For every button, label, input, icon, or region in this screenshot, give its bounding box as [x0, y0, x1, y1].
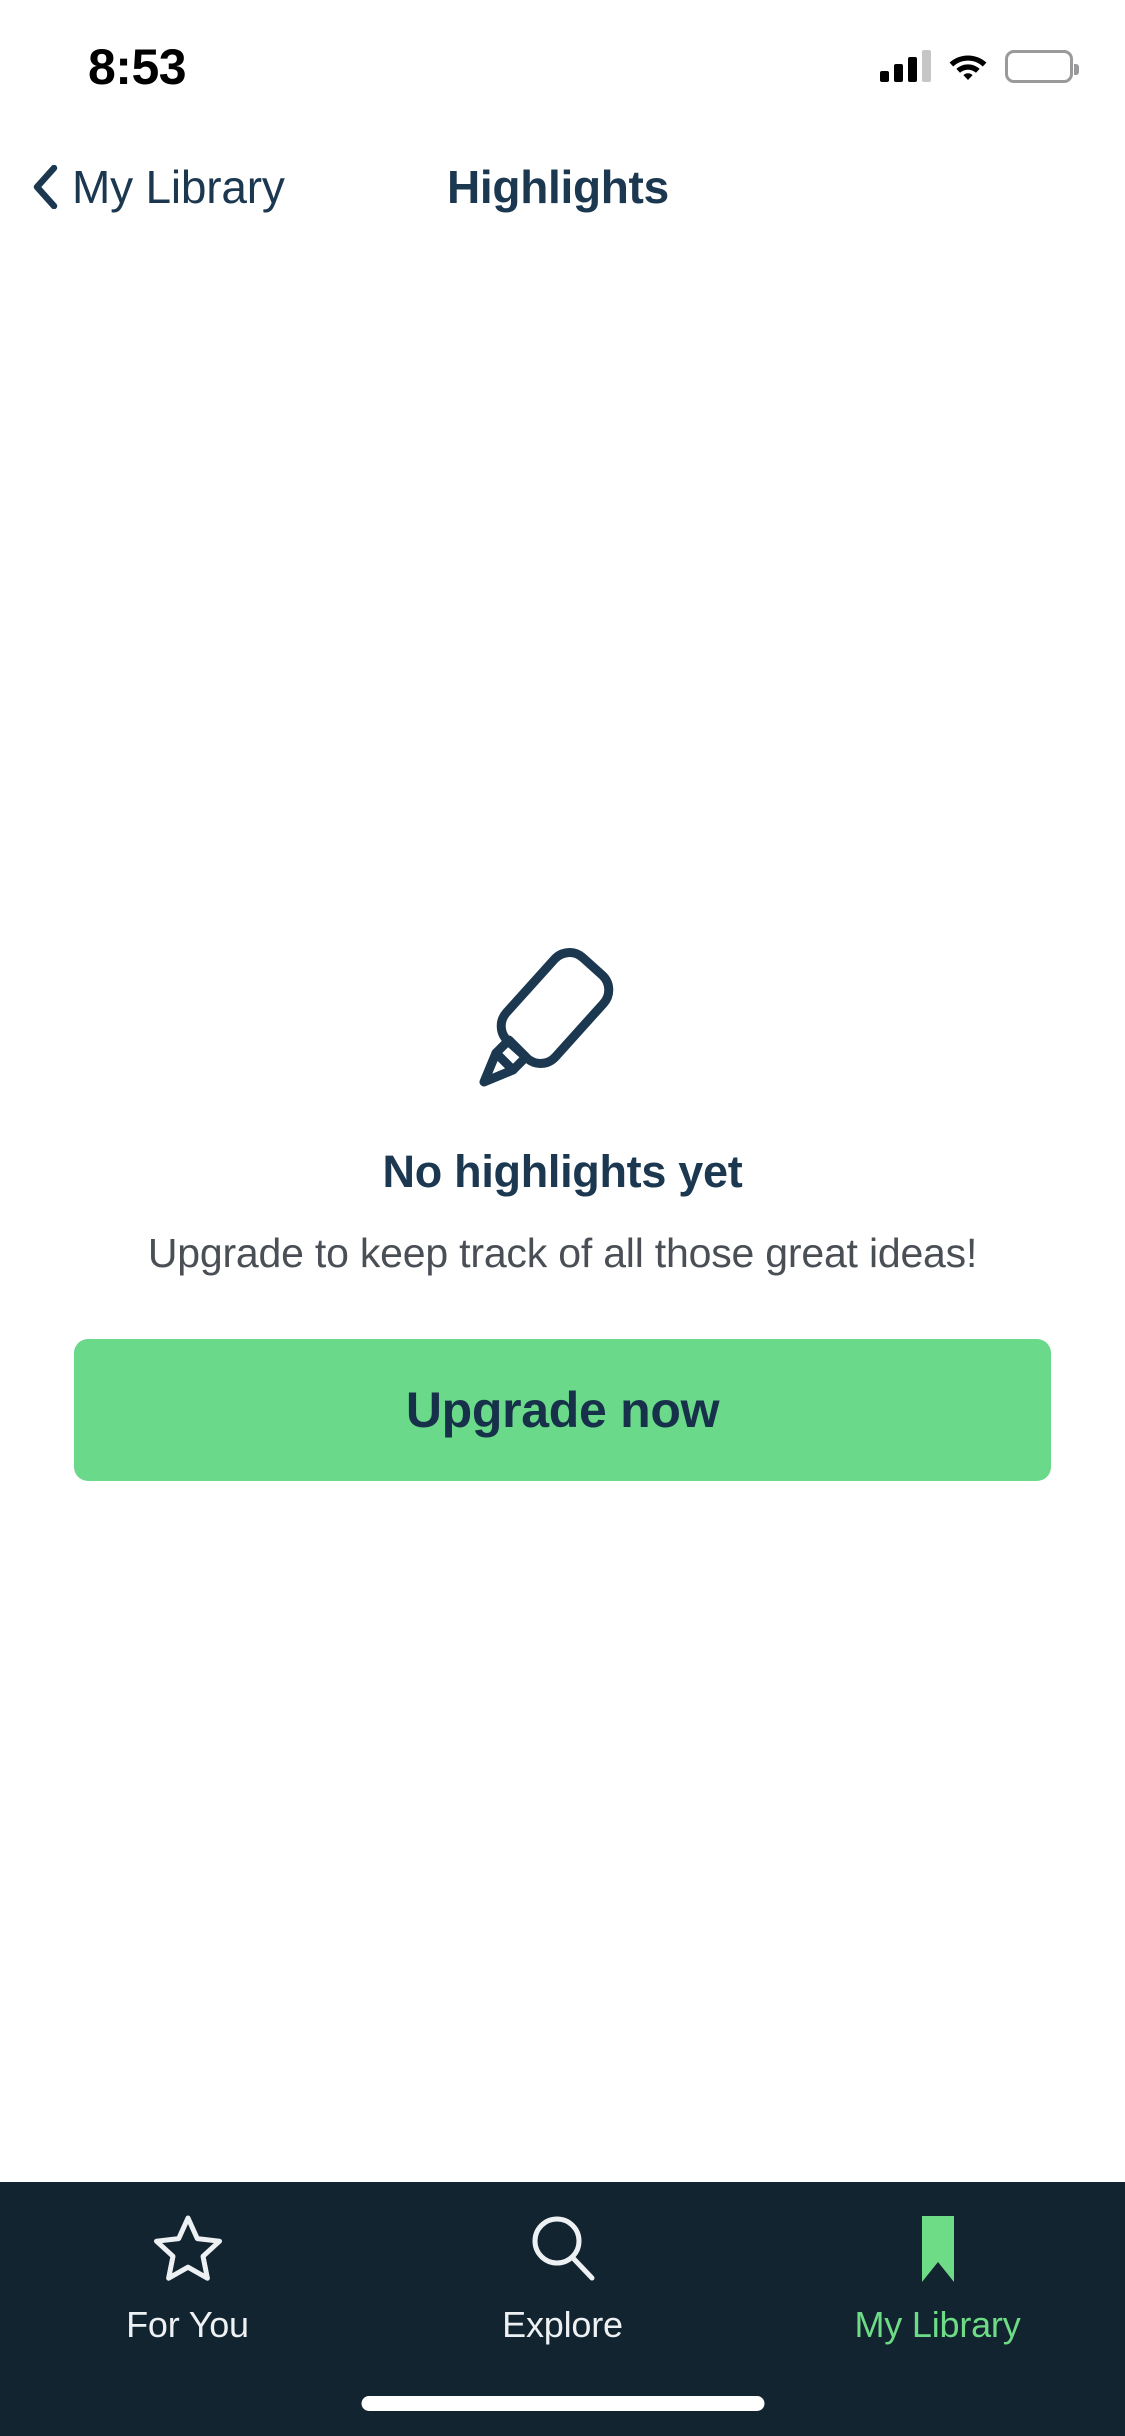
back-button-label: My Library	[72, 161, 285, 213]
upgrade-now-button[interactable]: Upgrade now	[74, 1339, 1051, 1481]
status-bar-indicators	[880, 44, 1079, 88]
tab-for-you-label: For You	[126, 2304, 249, 2345]
tab-explore-label: Explore	[502, 2304, 623, 2345]
tab-explore[interactable]: Explore	[375, 2182, 750, 2382]
navigation-bar: My Library Highlights	[0, 132, 1125, 252]
app-screen: 8:53 My Library Highlights No highlights…	[0, 0, 1125, 2436]
status-bar: 8:53	[0, 0, 1125, 132]
battery-icon	[1005, 49, 1079, 83]
wifi-icon	[947, 50, 989, 82]
empty-state: No highlights yet Upgrade to keep track …	[0, 930, 1125, 1481]
status-bar-time: 8:53	[88, 39, 187, 95]
empty-state-subtitle: Upgrade to keep track of all those great…	[147, 1230, 978, 1276]
search-icon	[526, 2212, 600, 2286]
tab-for-you[interactable]: For You	[0, 2182, 375, 2382]
signal-bars-icon	[880, 50, 931, 82]
star-outline-icon	[151, 2212, 225, 2286]
tab-my-library-label: My Library	[854, 2304, 1021, 2345]
bottom-tab-bar: For You Explore My Library	[0, 2182, 1125, 2436]
back-button[interactable]: My Library	[22, 152, 295, 222]
tab-my-library[interactable]: My Library	[750, 2182, 1125, 2382]
home-indicator	[361, 2396, 764, 2411]
highlighter-icon	[478, 930, 648, 1090]
empty-state-title: No highlights yet	[382, 1146, 743, 1197]
chevron-left-icon	[32, 164, 58, 210]
bookmark-filled-icon	[901, 2212, 975, 2286]
page-title: Highlights	[447, 161, 669, 213]
